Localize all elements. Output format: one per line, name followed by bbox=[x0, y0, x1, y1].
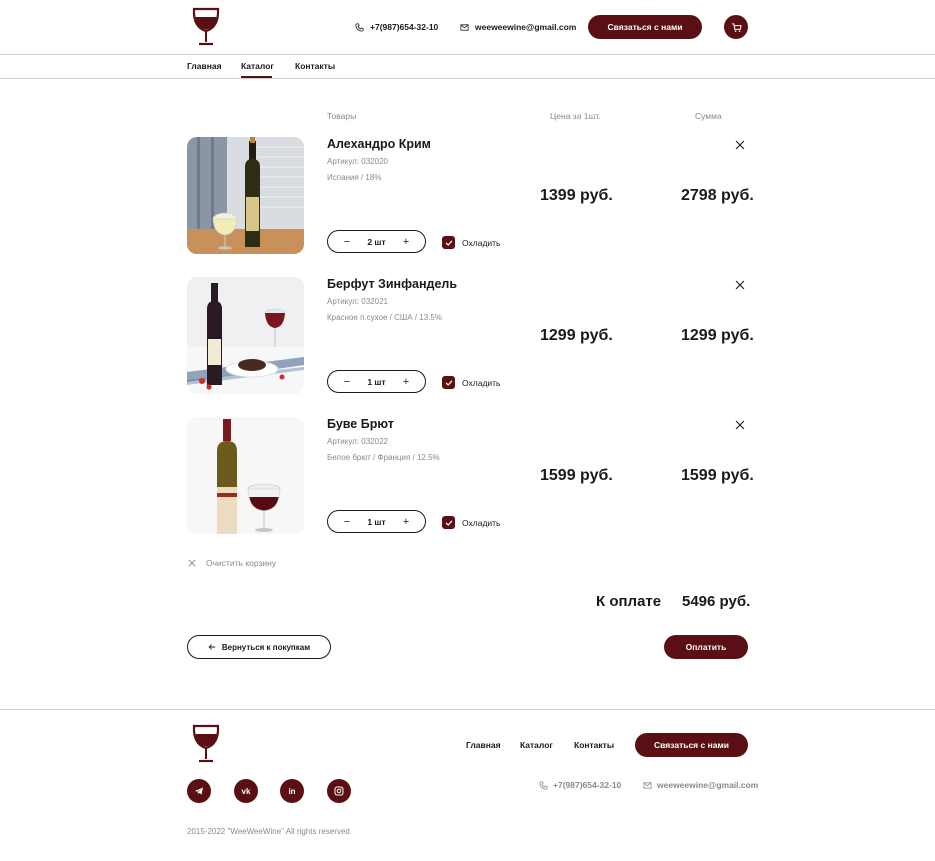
product-details: Испания / 18% bbox=[327, 173, 382, 182]
header-phone-text: +7(987)654-32-10 bbox=[370, 22, 439, 32]
footer-email[interactable]: weeweewine@gmail.com bbox=[643, 780, 758, 790]
product-sku: Артикул: 032021 bbox=[327, 297, 388, 306]
header-email[interactable]: weeweewine@gmail.com bbox=[460, 22, 576, 32]
instagram-button[interactable] bbox=[327, 779, 351, 803]
total-label: К оплате bbox=[596, 593, 662, 610]
back-to-shopping-label: Вернуться к покупкам bbox=[221, 642, 311, 652]
item-price: 1399 руб. bbox=[540, 187, 613, 204]
pay-button[interactable]: Оплатить bbox=[664, 635, 748, 659]
increment-button[interactable]: + bbox=[401, 236, 411, 248]
mail-icon bbox=[643, 781, 652, 789]
product-sku: Артикул: 032020 bbox=[327, 157, 388, 166]
back-to-shopping-button[interactable]: Вернуться к покупкам bbox=[187, 635, 331, 659]
linkedin-icon: in bbox=[288, 786, 296, 796]
increment-button[interactable]: + bbox=[401, 516, 411, 528]
remove-item-icon[interactable] bbox=[735, 140, 745, 150]
footer-phone[interactable]: +7(987)654-32-10 bbox=[539, 780, 621, 790]
item-sum: 2798 руб. bbox=[681, 187, 754, 204]
clear-cart-label: Очистить корзину bbox=[206, 558, 277, 568]
quantity-stepper: − 2 шт + bbox=[327, 230, 426, 253]
product-details: Красное п.сухое / США / 13.5% bbox=[327, 313, 442, 322]
chill-checkbox[interactable] bbox=[442, 376, 455, 389]
vk-icon: vk bbox=[241, 786, 251, 796]
remove-item-icon[interactable] bbox=[735, 280, 745, 290]
footer-email-text: weeweewine@gmail.com bbox=[657, 780, 759, 790]
footer-nav-contacts[interactable]: Контакты bbox=[574, 740, 614, 750]
wine-bottle-photo bbox=[187, 417, 304, 534]
phone-icon bbox=[539, 780, 548, 790]
chill-checkbox[interactable] bbox=[442, 516, 455, 529]
product-sku: Артикул: 032022 bbox=[327, 437, 388, 446]
product-image[interactable] bbox=[187, 417, 304, 534]
cart-button[interactable] bbox=[724, 15, 748, 39]
item-price: 1599 руб. bbox=[540, 467, 613, 484]
quantity-value: 2 шт bbox=[367, 236, 386, 247]
col-header-products: Товары bbox=[327, 111, 357, 121]
product-image[interactable] bbox=[187, 137, 304, 254]
clear-cart-button[interactable]: Очистить корзину bbox=[188, 558, 276, 568]
arrow-left-icon bbox=[208, 644, 216, 650]
phone-icon bbox=[355, 22, 364, 32]
item-price: 1299 руб. bbox=[540, 327, 613, 344]
chill-checkbox[interactable] bbox=[442, 236, 455, 249]
col-header-price: Цена за 1шт. bbox=[550, 111, 601, 121]
footer-contact-button[interactable]: Связаться с нами bbox=[635, 733, 748, 757]
clear-icon bbox=[188, 559, 196, 567]
footer-divider bbox=[0, 709, 935, 710]
quantity-stepper: − 1 шт + bbox=[327, 370, 426, 393]
remove-item-icon[interactable] bbox=[735, 420, 745, 430]
item-sum: 1299 руб. bbox=[681, 327, 754, 344]
telegram-icon bbox=[195, 787, 203, 795]
quantity-stepper: − 1 шт + bbox=[327, 510, 426, 533]
increment-button[interactable]: + bbox=[401, 376, 411, 388]
mail-icon bbox=[460, 23, 469, 31]
product-details: Белое брют / Франция / 12.5% bbox=[327, 453, 440, 462]
quantity-value: 1 шт bbox=[367, 516, 386, 527]
footer-nav-home[interactable]: Главная bbox=[466, 740, 501, 750]
decrement-button[interactable]: − bbox=[342, 236, 352, 248]
logo[interactable] bbox=[191, 7, 221, 47]
check-icon bbox=[445, 519, 452, 526]
telegram-button[interactable] bbox=[187, 779, 211, 803]
cart-icon bbox=[731, 22, 742, 32]
copyright: 2015-2022 "WeeWeeWine" All rights reserv… bbox=[187, 827, 350, 836]
wine-glass-logo-icon bbox=[192, 724, 220, 763]
footer-phone-text: +7(987)654-32-10 bbox=[553, 780, 622, 790]
chill-label: Охладить bbox=[462, 517, 501, 528]
wine-glass-logo-icon bbox=[192, 7, 220, 46]
nav-contacts[interactable]: Контакты bbox=[295, 61, 335, 71]
total-value: 5496 руб. bbox=[682, 593, 751, 610]
check-icon bbox=[445, 239, 452, 246]
decrement-button[interactable]: − bbox=[342, 516, 352, 528]
product-title[interactable]: Алехандро Крим bbox=[327, 137, 431, 151]
vk-button[interactable]: vk bbox=[234, 779, 258, 803]
chill-option[interactable]: Охладить bbox=[442, 516, 500, 529]
header-divider bbox=[0, 54, 935, 55]
header-phone[interactable]: +7(987)654-32-10 bbox=[355, 22, 438, 32]
nav-divider bbox=[0, 78, 935, 79]
item-sum: 1599 руб. bbox=[681, 467, 754, 484]
quantity-value: 1 шт bbox=[367, 376, 386, 387]
linkedin-button[interactable]: in bbox=[280, 779, 304, 803]
decrement-button[interactable]: − bbox=[342, 376, 352, 388]
chill-label: Охладить bbox=[462, 237, 501, 248]
nav-catalog[interactable]: Каталог bbox=[241, 61, 274, 71]
wine-bottle-photo bbox=[187, 137, 304, 254]
product-title[interactable]: Берфут Зинфандель bbox=[327, 277, 457, 291]
product-title[interactable]: Буве Брют bbox=[327, 417, 394, 431]
wine-bottle-photo bbox=[187, 277, 304, 394]
chill-option[interactable]: Охладить bbox=[442, 376, 500, 389]
product-image[interactable] bbox=[187, 277, 304, 394]
check-icon bbox=[445, 379, 452, 386]
instagram-icon bbox=[334, 786, 344, 796]
col-header-sum: Сумма bbox=[695, 111, 722, 121]
header-contact-button[interactable]: Связаться с нами bbox=[588, 15, 702, 39]
footer-logo[interactable] bbox=[191, 724, 221, 764]
nav-home[interactable]: Главная bbox=[187, 61, 222, 71]
footer-nav-catalog[interactable]: Каталог bbox=[520, 740, 553, 750]
header-email-text: weeweewine@gmail.com bbox=[475, 22, 577, 32]
chill-option[interactable]: Охладить bbox=[442, 236, 500, 249]
chill-label: Охладить bbox=[462, 377, 501, 388]
